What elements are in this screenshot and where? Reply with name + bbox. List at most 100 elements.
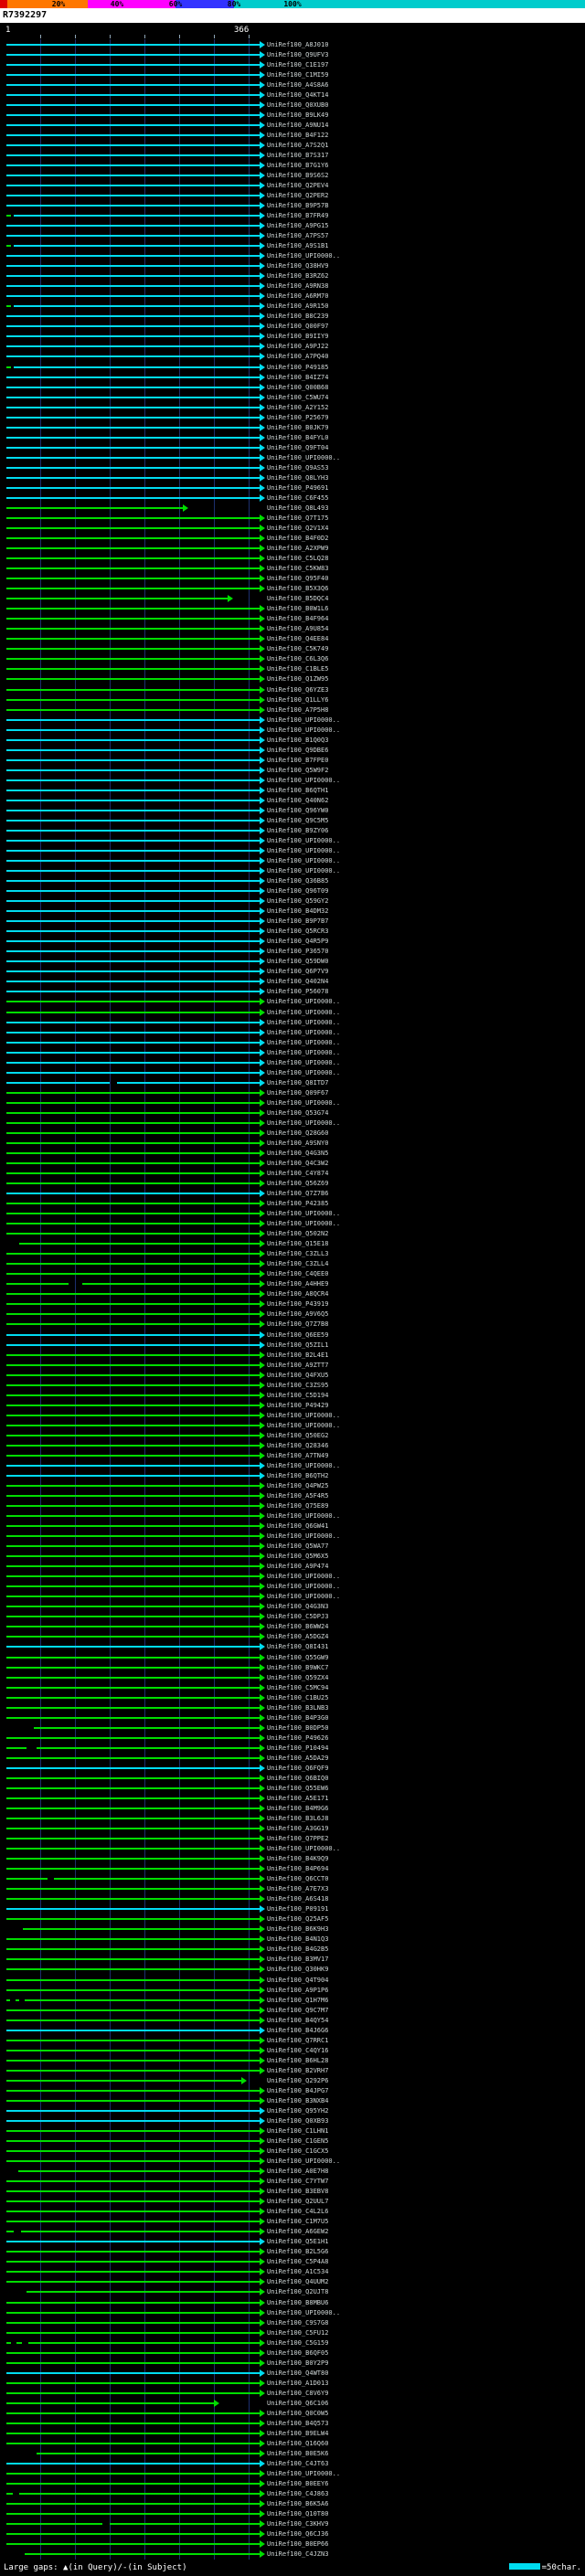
alignment-bar-segment[interactable] (6, 1293, 260, 1296)
alignment-bar-segment[interactable] (116, 1081, 260, 1084)
alignment-bar-segment[interactable] (6, 1373, 260, 1376)
alignment-bar-segment[interactable] (6, 1071, 260, 1074)
alignment-bar-segment[interactable] (6, 1131, 260, 1134)
hit-label[interactable]: UniRef100_C4L2L6 (267, 2208, 328, 2215)
alignment-bar-segment[interactable] (6, 1172, 260, 1175)
hit-label[interactable]: UniRef100_C3ZLL4 (267, 1260, 328, 1267)
hit-label[interactable]: UniRef100_C5DPJ3 (267, 1613, 328, 1620)
alignment-bar-segment[interactable] (6, 1213, 260, 1215)
alignment-bar-segment[interactable] (6, 2493, 13, 2496)
hit-label[interactable]: UniRef100_B6WW24 (267, 1623, 328, 1630)
alignment-bar-segment[interactable] (6, 1283, 69, 1286)
alignment-bar-segment[interactable] (6, 1636, 260, 1638)
hit-label[interactable]: UniRef100_Q0XB93 (267, 2117, 328, 2125)
hit-label[interactable]: UniRef100_C4QEE0 (267, 1270, 328, 1277)
hit-label[interactable]: UniRef100_A7S2Q1 (267, 142, 328, 149)
hit-label[interactable]: UniRef100_Q96YW0 (267, 807, 328, 814)
hit-label[interactable]: UniRef100_B1Q0Q3 (267, 737, 328, 744)
hit-label[interactable]: UniRef100_UPI0000.. (267, 1573, 340, 1580)
hit-label[interactable]: UniRef100_A6S418 (267, 1895, 328, 1903)
hit-label[interactable]: UniRef100_B4F0D2 (267, 535, 328, 542)
alignment-bar-segment[interactable] (6, 1756, 260, 1759)
hit-label[interactable]: UniRef100_Q4KT14 (267, 91, 328, 99)
hit-label[interactable]: UniRef100_A9U854 (267, 625, 328, 632)
hit-label[interactable]: UniRef100_B9IIY9 (267, 333, 328, 340)
alignment-bar-segment[interactable] (6, 1515, 260, 1518)
alignment-bar-segment[interactable] (6, 1746, 27, 1749)
alignment-bar-segment[interactable] (6, 2533, 260, 2536)
hit-label[interactable]: UniRef100_Q9DBE6 (267, 747, 328, 754)
hit-label[interactable]: UniRef100_A9P1P6 (267, 1987, 328, 1994)
hit-label[interactable]: UniRef100_UPI0000.. (267, 1583, 340, 1590)
alignment-bar-segment[interactable] (6, 2513, 260, 2516)
hit-label[interactable]: UniRef100_C9S7G8 (267, 2319, 328, 2327)
hit-label[interactable]: UniRef100_A9RN38 (267, 282, 328, 290)
hit-label[interactable]: UniRef100_A5F4R5 (267, 1492, 328, 1500)
hit-label[interactable]: UniRef100_C5MC94 (267, 1684, 328, 1691)
alignment-bar-segment[interactable] (6, 718, 260, 721)
alignment-bar-segment[interactable] (6, 1454, 260, 1457)
hit-label[interactable]: UniRef100_C7YTW7 (267, 2178, 328, 2185)
alignment-bar-segment[interactable] (6, 547, 260, 550)
hit-label[interactable]: UniRef100_UPI0000.. (267, 1119, 340, 1127)
hit-label[interactable]: UniRef100_Q30HK9 (267, 1966, 328, 1973)
hit-label[interactable]: UniRef100_A4S8A6 (267, 81, 328, 89)
hit-label[interactable]: UniRef100_Q6FQF9 (267, 1765, 328, 1772)
hit-label[interactable]: UniRef100_B2L4E1 (267, 1352, 328, 1359)
hit-label[interactable]: UniRef100_A9PJ22 (267, 343, 328, 350)
alignment-bar-segment[interactable] (6, 73, 260, 76)
alignment-bar-segment[interactable] (6, 598, 229, 600)
alignment-bar-segment[interactable] (15, 1998, 20, 2001)
alignment-bar-segment[interactable] (6, 1898, 260, 1901)
hit-label[interactable]: UniRef100_Q1H7M6 (267, 1997, 328, 2004)
alignment-bar-segment[interactable] (6, 2069, 260, 2072)
hit-label[interactable]: UniRef100_Q96T09 (267, 887, 328, 895)
hit-label[interactable]: UniRef100_A8QCR4 (267, 1290, 328, 1298)
alignment-bar-segment[interactable] (6, 53, 260, 56)
hit-label[interactable]: UniRef100_B4G2B5 (267, 1945, 328, 1953)
hit-label[interactable]: UniRef100_A5E171 (267, 1795, 328, 1802)
alignment-bar-segment[interactable] (6, 2129, 260, 2132)
hit-label[interactable]: UniRef100_A2XPW9 (267, 545, 328, 552)
hit-label[interactable]: UniRef100_Q4WT80 (267, 2369, 328, 2377)
alignment-bar-segment[interactable] (6, 1263, 260, 1266)
alignment-bar-segment[interactable] (6, 2019, 260, 2021)
hit-label[interactable]: UniRef100_UPI0000.. (267, 1069, 340, 1076)
hit-label[interactable]: UniRef100_Q9C5M5 (267, 817, 328, 824)
hit-label[interactable]: UniRef100_A7P5H8 (267, 706, 328, 714)
hit-label[interactable]: UniRef100_C5KW83 (267, 565, 328, 572)
hit-label[interactable]: UniRef100_C4JZN3 (267, 2550, 328, 2558)
alignment-bar-segment[interactable] (6, 1313, 260, 1316)
hit-label[interactable]: UniRef100_B4K9Q9 (267, 1855, 328, 1862)
hit-label[interactable]: UniRef100_Q6CCT0 (267, 1875, 328, 1882)
alignment-bar-segment[interactable] (6, 2109, 260, 2112)
hit-label[interactable]: UniRef100_UPI0000.. (267, 2157, 340, 2165)
alignment-bar-segment[interactable] (14, 215, 260, 217)
alignment-bar-segment[interactable] (6, 164, 260, 166)
alignment-bar-segment[interactable] (6, 456, 260, 459)
alignment-bar-segment[interactable] (6, 2341, 12, 2344)
alignment-bar-segment[interactable] (19, 2493, 260, 2496)
hit-label[interactable]: UniRef100_Q28346 (267, 1442, 328, 1449)
alignment-bar-segment[interactable] (6, 1626, 260, 1628)
hit-label[interactable]: UniRef100_B0JK79 (267, 424, 328, 431)
hit-label[interactable]: UniRef100_UPI0000.. (267, 1220, 340, 1227)
hit-label[interactable]: UniRef100_UPI0000.. (267, 1049, 340, 1056)
hit-label[interactable]: UniRef100_P49429 (267, 1402, 328, 1409)
alignment-bar-segment[interactable] (6, 1555, 260, 1558)
hit-label[interactable]: UniRef100_C6L3Q6 (267, 655, 328, 663)
hit-label[interactable]: UniRef100_C1LHN1 (267, 2127, 328, 2135)
hit-label[interactable]: UniRef100_Q402N4 (267, 978, 328, 985)
alignment-bar-segment[interactable] (6, 1736, 260, 1739)
alignment-bar-segment[interactable] (6, 2432, 260, 2434)
hit-label[interactable]: UniRef100_B4DM32 (267, 907, 328, 915)
hit-label[interactable]: UniRef100_Q4G3N3 (267, 1603, 328, 1610)
alignment-bar-segment[interactable] (6, 2281, 260, 2284)
hit-label[interactable]: UniRef100_C6F455 (267, 494, 328, 502)
alignment-bar-segment[interactable] (6, 215, 12, 217)
hit-label[interactable]: UniRef100_A7PS57 (267, 232, 328, 239)
alignment-bar-segment[interactable] (6, 1041, 260, 1044)
alignment-bar-segment[interactable] (6, 2523, 103, 2526)
alignment-bar-segment[interactable] (6, 819, 260, 822)
alignment-bar-segment[interactable] (6, 769, 260, 771)
